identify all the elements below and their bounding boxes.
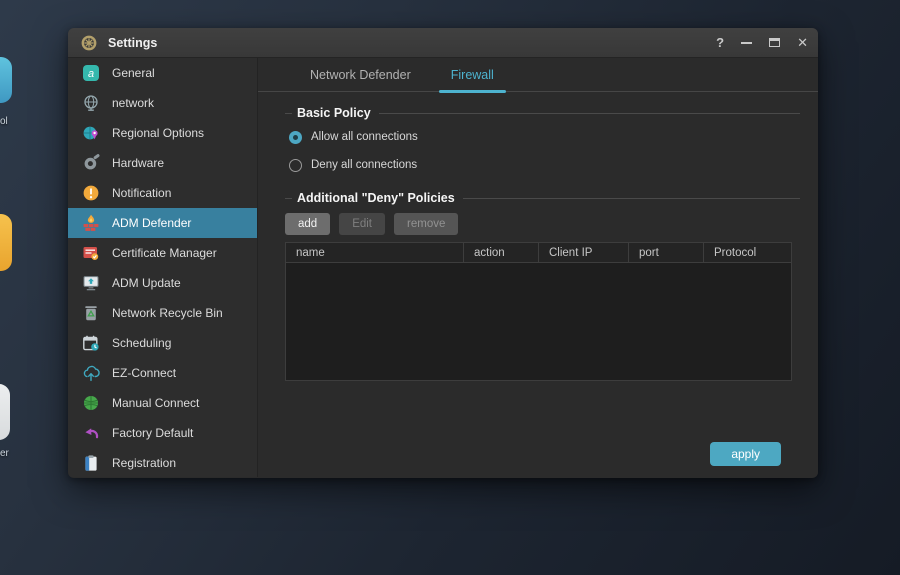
- desktop-shortcut-label: ol: [0, 116, 8, 127]
- sidebar-item-registration[interactable]: Registration: [68, 448, 257, 478]
- column-header-client-ip: Client IP: [539, 243, 629, 262]
- sidebar-item-label: Network Recycle Bin: [112, 306, 223, 320]
- sidebar-item-factory-default[interactable]: Factory Default: [68, 418, 257, 448]
- sidebar-item-label: Certificate Manager: [112, 246, 217, 260]
- firewall-content: Basic Policy Allow all connections Deny …: [258, 92, 818, 477]
- deny-policies-toolbar: add Edit remove: [285, 213, 800, 235]
- sidebar-item-network-recycle-bin[interactable]: Network Recycle Bin: [68, 298, 257, 328]
- edit-button[interactable]: Edit: [339, 213, 385, 235]
- sidebar-item-label: ADM Update: [112, 276, 181, 290]
- registration-icon: [82, 454, 100, 472]
- sidebar-item-label: Registration: [112, 456, 176, 470]
- settings-sidebar: a General network: [68, 58, 258, 477]
- deny-policies-table: name action Client IP port Protocol: [285, 242, 792, 381]
- desktop-shortcut-icon[interactable]: [0, 57, 12, 103]
- adm-defender-icon: [82, 214, 100, 232]
- titlebar[interactable]: Settings ? ✕: [68, 28, 818, 58]
- network-recycle-bin-icon: [82, 304, 100, 322]
- table-body-empty: [286, 263, 791, 380]
- window-title: Settings: [108, 36, 716, 50]
- deny-policies-legend: Additional "Deny" Policies: [285, 191, 800, 205]
- tab-firewall[interactable]: Firewall: [431, 58, 514, 91]
- apply-button[interactable]: apply: [710, 442, 781, 466]
- sidebar-item-label: Notification: [112, 186, 171, 200]
- column-header-action: action: [464, 243, 539, 262]
- sidebar-item-manual-connect[interactable]: Manual Connect: [68, 388, 257, 418]
- column-header-port: port: [629, 243, 704, 262]
- table-header: name action Client IP port Protocol: [286, 243, 791, 263]
- settings-window: Settings ? ✕ a General: [68, 28, 818, 478]
- svg-text:a: a: [88, 68, 94, 80]
- sidebar-item-label: Regional Options: [112, 126, 204, 140]
- remove-button[interactable]: remove: [394, 213, 458, 235]
- general-icon: a: [82, 64, 100, 82]
- radio-selected-icon: [289, 131, 302, 144]
- radio-deny-all-connections[interactable]: Deny all connections: [289, 154, 800, 176]
- sidebar-item-hardware[interactable]: Hardware: [68, 148, 257, 178]
- column-header-protocol: Protocol: [704, 243, 791, 262]
- sidebar-item-label: EZ-Connect: [112, 366, 176, 380]
- notification-icon: [82, 184, 100, 202]
- sidebar-item-label: Hardware: [112, 156, 164, 170]
- regional-options-icon: [82, 124, 100, 142]
- factory-default-icon: [82, 424, 100, 442]
- ez-connect-icon: [82, 364, 100, 382]
- network-icon: [82, 94, 100, 112]
- settings-gear-icon: [80, 34, 98, 52]
- tab-bar: Network Defender Firewall: [258, 58, 818, 92]
- sidebar-item-label: Factory Default: [112, 426, 193, 440]
- sidebar-item-label: General: [112, 66, 155, 80]
- scheduling-icon: [82, 334, 100, 352]
- adm-update-icon: [82, 274, 100, 292]
- radio-allow-all-connections[interactable]: Allow all connections: [289, 126, 800, 148]
- radio-unselected-icon: [289, 159, 302, 172]
- sidebar-item-certificate-manager[interactable]: Certificate Manager: [68, 238, 257, 268]
- maximize-icon[interactable]: [768, 35, 781, 51]
- sidebar-item-network[interactable]: network: [68, 88, 257, 118]
- close-icon[interactable]: ✕: [797, 35, 808, 51]
- sidebar-item-label: Manual Connect: [112, 396, 199, 410]
- help-icon[interactable]: ?: [716, 35, 724, 51]
- tab-network-defender[interactable]: Network Defender: [290, 58, 431, 91]
- basic-policy-legend: Basic Policy: [285, 106, 800, 120]
- add-button[interactable]: add: [285, 213, 330, 235]
- minimize-icon[interactable]: [740, 35, 752, 51]
- hardware-icon: [82, 154, 100, 172]
- sidebar-item-notification[interactable]: Notification: [68, 178, 257, 208]
- certificate-manager-icon: [82, 244, 100, 262]
- sidebar-item-label: ADM Defender: [112, 216, 191, 230]
- sidebar-item-ez-connect[interactable]: EZ-Connect: [68, 358, 257, 388]
- sidebar-item-label: Scheduling: [112, 336, 171, 350]
- sidebar-item-general[interactable]: a General: [68, 58, 257, 88]
- desktop-shortcut-icon[interactable]: [0, 214, 12, 271]
- desktop-shortcut-label: er: [0, 448, 9, 459]
- manual-connect-icon: [82, 394, 100, 412]
- sidebar-item-adm-defender[interactable]: ADM Defender: [68, 208, 257, 238]
- sidebar-item-scheduling[interactable]: Scheduling: [68, 328, 257, 358]
- sidebar-item-adm-update[interactable]: ADM Update: [68, 268, 257, 298]
- firewall-panel: Network Defender Firewall Basic Policy A…: [258, 58, 818, 477]
- desktop-shortcut-icon[interactable]: [0, 384, 10, 440]
- column-header-name: name: [286, 243, 464, 262]
- sidebar-item-label: network: [112, 96, 154, 110]
- sidebar-item-regional-options[interactable]: Regional Options: [68, 118, 257, 148]
